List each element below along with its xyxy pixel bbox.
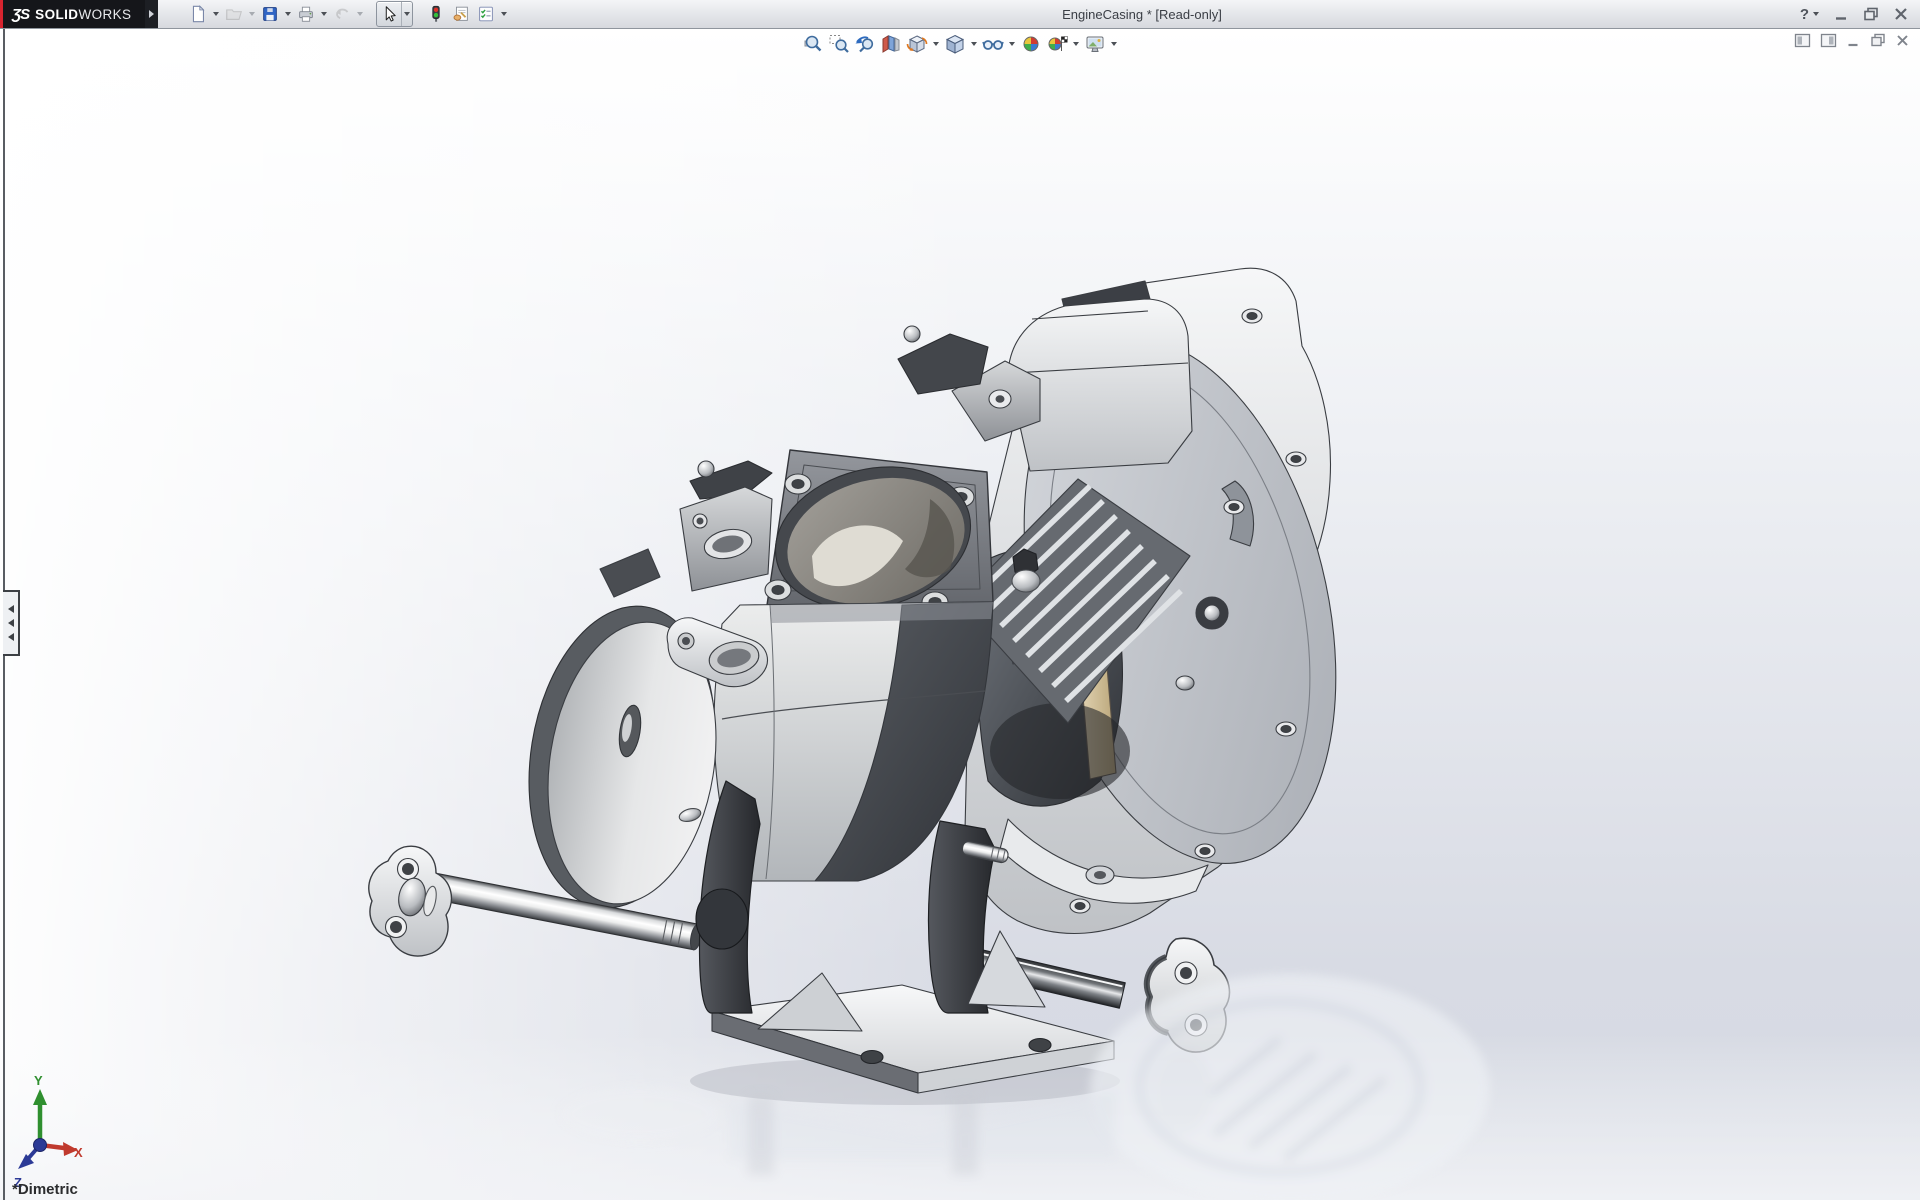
restore-document-button[interactable] [1870, 33, 1886, 48]
housing-stud [1176, 676, 1194, 690]
previous-view-icon [854, 33, 876, 55]
help-icon: ? [1800, 6, 1809, 23]
collapse-arrow-icon [8, 619, 14, 627]
brand-name-works: WORKS [78, 7, 131, 22]
triad-y-label: Y [34, 1073, 43, 1088]
options-dropdown-arrow[interactable] [499, 2, 509, 26]
open-button[interactable] [222, 2, 246, 26]
section-view-icon [880, 33, 902, 55]
main-toolbar [186, 0, 509, 28]
help-button[interactable]: ? [1800, 2, 1820, 26]
brand-name-solid: SOLID [35, 7, 78, 22]
left-hanger [696, 889, 748, 949]
window-controls: ? [1800, 0, 1920, 28]
display-style-button[interactable] [943, 32, 967, 56]
view-settings-icon [1084, 33, 1106, 55]
zoom-to-fit-button[interactable] [801, 32, 825, 56]
print-icon [296, 4, 316, 24]
select-button[interactable] [377, 2, 401, 26]
undo-icon [332, 4, 352, 24]
edit-appearance-icon [1020, 33, 1042, 55]
interior-shadow [990, 703, 1130, 799]
display-style-dropdown[interactable] [969, 32, 979, 56]
arrow-right-icon [149, 10, 154, 18]
apply-scene-icon [1046, 33, 1068, 55]
close-button[interactable] [1892, 6, 1910, 22]
apply-scene-button[interactable] [1045, 32, 1069, 56]
view-settings-button[interactable] [1083, 32, 1107, 56]
undo-button[interactable] [330, 2, 354, 26]
hide-show-items-dropdown[interactable] [1007, 32, 1017, 56]
minimize-button[interactable] [1832, 6, 1850, 22]
options-icon [476, 4, 496, 24]
view-orientation-icon [906, 33, 928, 55]
pane-left-button[interactable] [1794, 33, 1811, 48]
menu-expand-arrow[interactable] [145, 0, 158, 28]
3ds-logo-glyph: ƷS [12, 6, 29, 23]
new-dropdown-arrow[interactable] [211, 2, 221, 26]
select-dropdown-arrow[interactable] [401, 2, 412, 26]
select-cursor-icon [379, 4, 399, 24]
hide-show-items-icon [982, 33, 1004, 55]
open-dropdown-arrow[interactable] [247, 2, 257, 26]
save-dropdown-arrow[interactable] [283, 2, 293, 26]
title-bar: ƷS SOLIDWORKS [0, 0, 1920, 29]
restore-button[interactable] [1862, 6, 1880, 22]
document-window-controls [1794, 33, 1910, 48]
zoom-to-area-button[interactable] [827, 32, 851, 56]
print-button[interactable] [294, 2, 318, 26]
undo-dropdown-arrow[interactable] [355, 2, 365, 26]
section-view-button[interactable] [879, 32, 903, 56]
feature-tree-collapse-tab[interactable] [3, 590, 20, 656]
heads-up-toolbar [801, 32, 1119, 56]
clamp-pin [904, 326, 920, 342]
select-tool-group [376, 1, 413, 27]
triad-x-label: X [74, 1145, 83, 1160]
hide-show-items-button[interactable] [981, 32, 1005, 56]
zoom-to-fit-icon [802, 33, 824, 55]
open-folder-icon [224, 4, 244, 24]
view-name-label: *Dimetric [12, 1181, 78, 1198]
logo-red-stripe [0, 0, 3, 28]
rim-sleeve-hole [1094, 871, 1106, 879]
pane-right-button[interactable] [1820, 33, 1837, 48]
traffic-light-icon [426, 4, 446, 24]
collapse-arrow-icon [8, 605, 14, 613]
new-document-button[interactable] [186, 2, 210, 26]
view-orientation-dropdown[interactable] [931, 32, 941, 56]
zoom-to-area-icon [828, 33, 850, 55]
file-properties-icon [451, 4, 471, 24]
print-dropdown-arrow[interactable] [319, 2, 329, 26]
save-icon [260, 4, 280, 24]
left-clamp-pin [698, 461, 714, 477]
previous-view-button[interactable] [853, 32, 877, 56]
file-properties-button[interactable] [449, 2, 473, 26]
save-button[interactable] [258, 2, 282, 26]
document-title: EngineCasing * [Read-only] [1062, 0, 1222, 28]
help-dropdown-arrow[interactable] [1812, 2, 1820, 26]
star-knob-center [1204, 605, 1220, 621]
view-orientation-button[interactable] [905, 32, 929, 56]
new-document-icon [188, 4, 208, 24]
apply-scene-dropdown[interactable] [1071, 32, 1081, 56]
viewport-canvas[interactable]: Y X Z [0, 29, 1920, 1200]
display-style-icon [944, 33, 966, 55]
minimize-document-button[interactable] [1846, 33, 1861, 48]
collapse-arrow-icon [8, 633, 14, 641]
close-document-button[interactable] [1895, 33, 1910, 48]
solidworks-logo: ƷS SOLIDWORKS [0, 0, 145, 28]
view-settings-dropdown[interactable] [1109, 32, 1119, 56]
hex-plug-dome [1012, 570, 1040, 592]
graphics-viewport[interactable]: Y X Z [0, 29, 1920, 1200]
options-button[interactable] [474, 2, 498, 26]
rebuild-button[interactable] [424, 2, 448, 26]
edit-appearance-button[interactable] [1019, 32, 1043, 56]
